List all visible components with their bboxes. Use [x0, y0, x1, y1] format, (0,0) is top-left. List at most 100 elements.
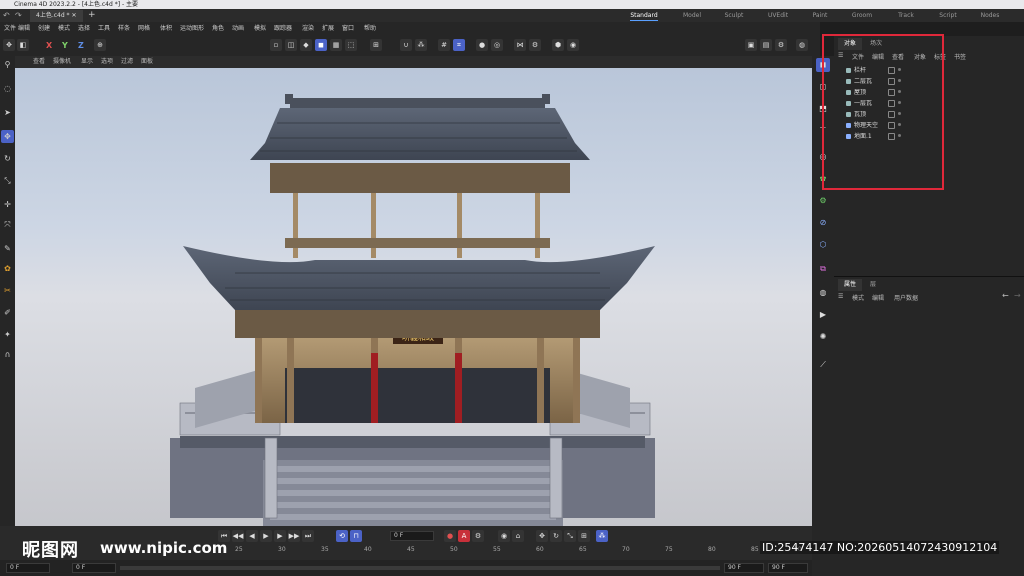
prev-key-icon[interactable]: ◀◀ [232, 530, 244, 542]
layout-tab-nodes[interactable]: Nodes [970, 9, 1010, 22]
menu-item[interactable]: 文件 [4, 22, 16, 36]
sky-icon[interactable]: ◍ [816, 286, 830, 300]
end-frame-field[interactable]: 90 F [768, 563, 808, 573]
layout-tab-groom[interactable]: Groom [842, 9, 882, 22]
layout-tab-paint[interactable]: Paint [800, 9, 840, 22]
menu-item[interactable]: 网格 [138, 22, 150, 36]
start-frame-field[interactable]: 0 F [6, 563, 50, 573]
key-selection-icon[interactable]: ◉ [498, 530, 510, 542]
viewport-menu-item[interactable]: 查看 [33, 56, 45, 68]
render-view-icon[interactable]: ◎ [491, 39, 503, 51]
menu-item[interactable]: 角色 [212, 22, 224, 36]
search-icon[interactable]: ⚲ [1, 58, 14, 71]
sculpt-icon[interactable]: ✦ [1, 328, 14, 341]
menu-item[interactable]: 跟踪器 [274, 22, 292, 36]
attribute-menu-item[interactable]: 模式 [852, 293, 864, 302]
spline-pen-icon[interactable]: ✎ [1, 242, 14, 255]
transform-icon[interactable]: ✛ [1, 198, 14, 211]
attribute-menu-icon[interactable]: ☰ [838, 293, 843, 300]
model-mode-icon[interactable]: ◼ [315, 39, 327, 51]
brush-icon[interactable]: ✿ [1, 262, 14, 275]
layout-tab-uvedit[interactable]: UVEdit [758, 9, 798, 22]
viewport-menu-item[interactable]: 摄像机 [53, 56, 71, 68]
prev-frame-icon[interactable]: ◀ [246, 530, 258, 542]
object-menu-item[interactable]: 书签 [954, 52, 966, 61]
attribute-menu-item[interactable]: 编辑 [872, 293, 884, 302]
new-tab-button[interactable]: + [88, 9, 96, 22]
menu-item[interactable]: 窗口 [342, 22, 354, 36]
layout-tab-sculpt[interactable]: Sculpt [714, 9, 754, 22]
param-key-icon[interactable]: ⊞ [578, 530, 590, 542]
redo-icon[interactable]: ↷ [15, 9, 22, 22]
menu-item[interactable]: 扩展 [322, 22, 334, 36]
key-filter-icon[interactable]: ⌂ [512, 530, 524, 542]
preview-start-field[interactable]: 0 F [72, 563, 116, 573]
viewport-menu-item[interactable]: 面板 [141, 56, 153, 68]
attribute-panel-tab[interactable]: 属性 [838, 279, 863, 291]
scale-icon[interactable]: ⤡ [1, 174, 14, 187]
scale-key-icon[interactable]: ⤡ [564, 530, 576, 542]
light-icon[interactable]: ✺ [816, 330, 830, 344]
live-select-icon[interactable]: ◌ [1, 82, 14, 95]
menu-item[interactable]: 体积 [160, 22, 172, 36]
move-icon[interactable]: ✥ [1, 130, 14, 143]
snap-settings-icon[interactable]: ⁂ [415, 39, 427, 51]
layout-tab-track[interactable]: Track [886, 9, 926, 22]
attribute-menu-item[interactable]: 用户数据 [894, 293, 918, 302]
magnet-icon[interactable]: ∪ [400, 39, 412, 51]
move-tool-icon[interactable]: ✥ [3, 39, 15, 51]
viewport-menu-item[interactable]: 选项 [101, 56, 113, 68]
loop-icon[interactable]: ⟲ [336, 530, 348, 542]
next-frame-icon[interactable]: ▶ [274, 530, 286, 542]
preview-end-field[interactable]: 90 F [724, 563, 764, 573]
position-key-icon[interactable]: ✥ [536, 530, 548, 542]
camera-icon[interactable]: ◉ [567, 39, 579, 51]
floor-icon[interactable]: ⟋ [816, 358, 830, 372]
menu-item[interactable]: 编辑 [18, 22, 30, 36]
volume-icon[interactable]: ⊘ [816, 216, 830, 230]
texture-mode-icon[interactable]: ▦ [330, 39, 342, 51]
menu-item[interactable]: 样条 [118, 22, 130, 36]
y-axis-toggle[interactable]: Y [62, 41, 68, 50]
range-slider[interactable] [120, 566, 720, 570]
document-tab[interactable]: 4上色.c4d * ✕ [30, 10, 83, 22]
viewport-menu-item[interactable]: 过滤 [121, 56, 133, 68]
points-mode-icon[interactable]: ▫ [270, 39, 282, 51]
attribute-panel-tab[interactable]: 层 [864, 279, 882, 291]
snap-grid-icon[interactable]: ⌗ [453, 39, 465, 51]
rotate-icon[interactable]: ↻ [1, 152, 14, 165]
coordinate-icon[interactable]: ◧ [17, 39, 29, 51]
x-axis-toggle[interactable]: X [46, 41, 52, 50]
3d-viewport[interactable]: 畊義和政 [15, 68, 812, 526]
polygons-mode-icon[interactable]: ◆ [300, 39, 312, 51]
next-key-icon[interactable]: ▶▶ [288, 530, 300, 542]
menu-item[interactable]: 模拟 [254, 22, 266, 36]
hair-icon[interactable]: ⧉ [816, 262, 830, 276]
go-to-end-icon[interactable]: ⏭ [302, 530, 314, 542]
record-icon[interactable]: ● [444, 530, 456, 542]
fields-icon[interactable]: ⚙ [816, 194, 830, 208]
cube-icon[interactable]: ⬢ [552, 39, 564, 51]
paint-icon[interactable]: ✐ [1, 306, 14, 319]
layout-tab-script[interactable]: Script [928, 9, 968, 22]
axis-icon[interactable]: ⤧ [1, 218, 14, 231]
layout-tab-standard[interactable]: Standard [624, 9, 664, 22]
layout-tab-model[interactable]: Model [672, 9, 712, 22]
magnet-tool-icon[interactable]: ∩ [1, 348, 14, 361]
forward-arrow-icon[interactable]: → [1014, 291, 1021, 300]
undo-icon[interactable]: ↶ [3, 9, 10, 22]
play-icon[interactable]: ▶ [260, 530, 272, 542]
uv-mode-icon[interactable]: ⬚ [345, 39, 357, 51]
viewport-menu-item[interactable]: 显示 [81, 56, 93, 68]
world-coords-icon[interactable]: ⊕ [94, 39, 106, 51]
autokey-icon[interactable]: A [458, 530, 470, 542]
video-camera-icon[interactable]: ▶ [816, 308, 830, 322]
menu-item[interactable]: 创建 [38, 22, 50, 36]
menu-item[interactable]: 动画 [232, 22, 244, 36]
menu-item[interactable]: 帮助 [364, 22, 376, 36]
rotation-key-icon[interactable]: ↻ [550, 530, 562, 542]
render-active-view-icon[interactable]: ▤ [760, 39, 772, 51]
knife-icon[interactable]: ✂ [1, 284, 14, 297]
edges-mode-icon[interactable]: ◫ [285, 39, 297, 51]
menu-item[interactable]: 工具 [98, 22, 110, 36]
